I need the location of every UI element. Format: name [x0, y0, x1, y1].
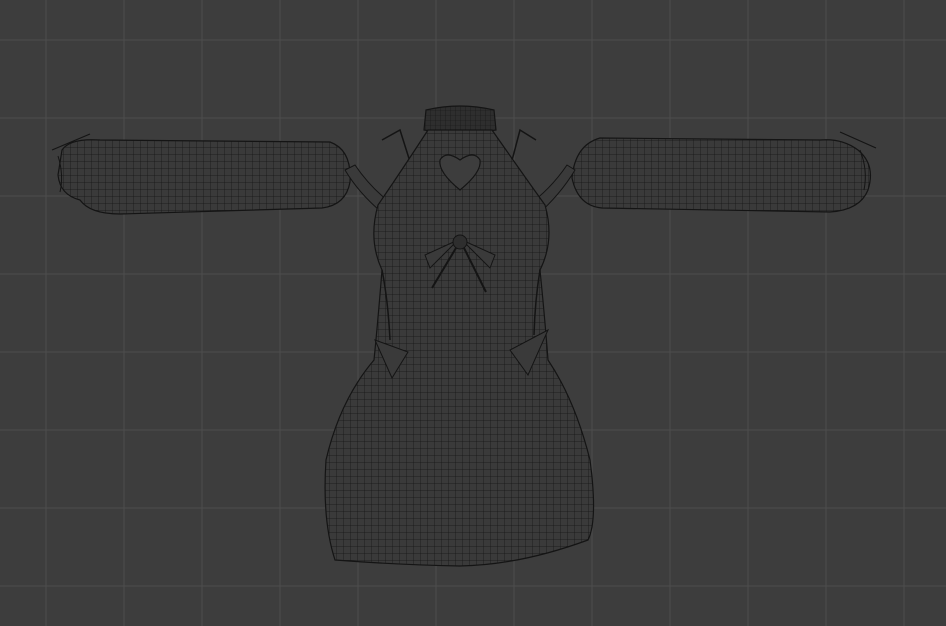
3d-viewport[interactable] [0, 0, 946, 626]
right-sleeve [571, 131, 877, 213]
wireframe-mesh[interactable] [0, 0, 946, 626]
collar [423, 105, 497, 134]
left-sleeve [51, 133, 351, 215]
